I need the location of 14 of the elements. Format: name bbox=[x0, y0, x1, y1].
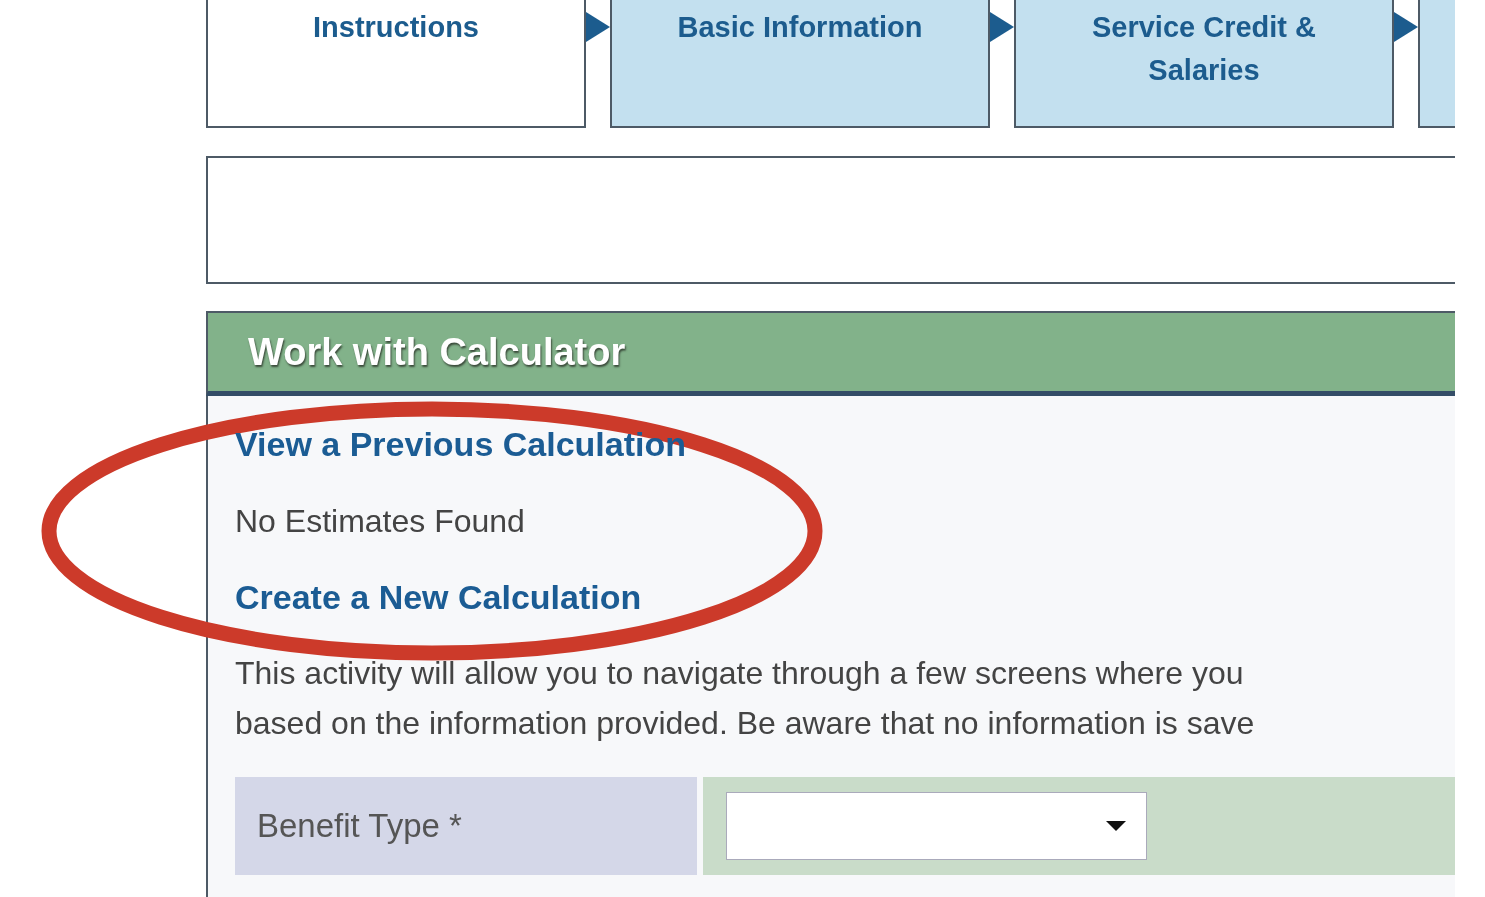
section-title: Work with Calculator bbox=[248, 330, 626, 374]
description-text: This activity will allow you to navigate through a few screens where you bbox=[235, 654, 1244, 693]
step-tab[interactable]: Basic Information bbox=[610, 0, 990, 128]
arrow-icon bbox=[586, 12, 610, 42]
status-text: No Estimates Found bbox=[235, 503, 525, 540]
new-calculation-link[interactable]: Create a New Calculation bbox=[235, 578, 642, 617]
field-label: Benefit Type * bbox=[235, 777, 697, 875]
step-tab[interactable]: Instructions bbox=[206, 0, 586, 128]
arrow-icon bbox=[990, 12, 1014, 42]
previous-calculation-link[interactable]: View a Previous Calculation bbox=[235, 425, 686, 464]
step-tab[interactable]: Service Credit & Salaries bbox=[1014, 0, 1394, 128]
arrow-icon bbox=[1394, 12, 1418, 42]
caret-icon bbox=[1106, 821, 1126, 831]
description-text: based on the information provided. Be aware that no information is save bbox=[235, 704, 1255, 743]
